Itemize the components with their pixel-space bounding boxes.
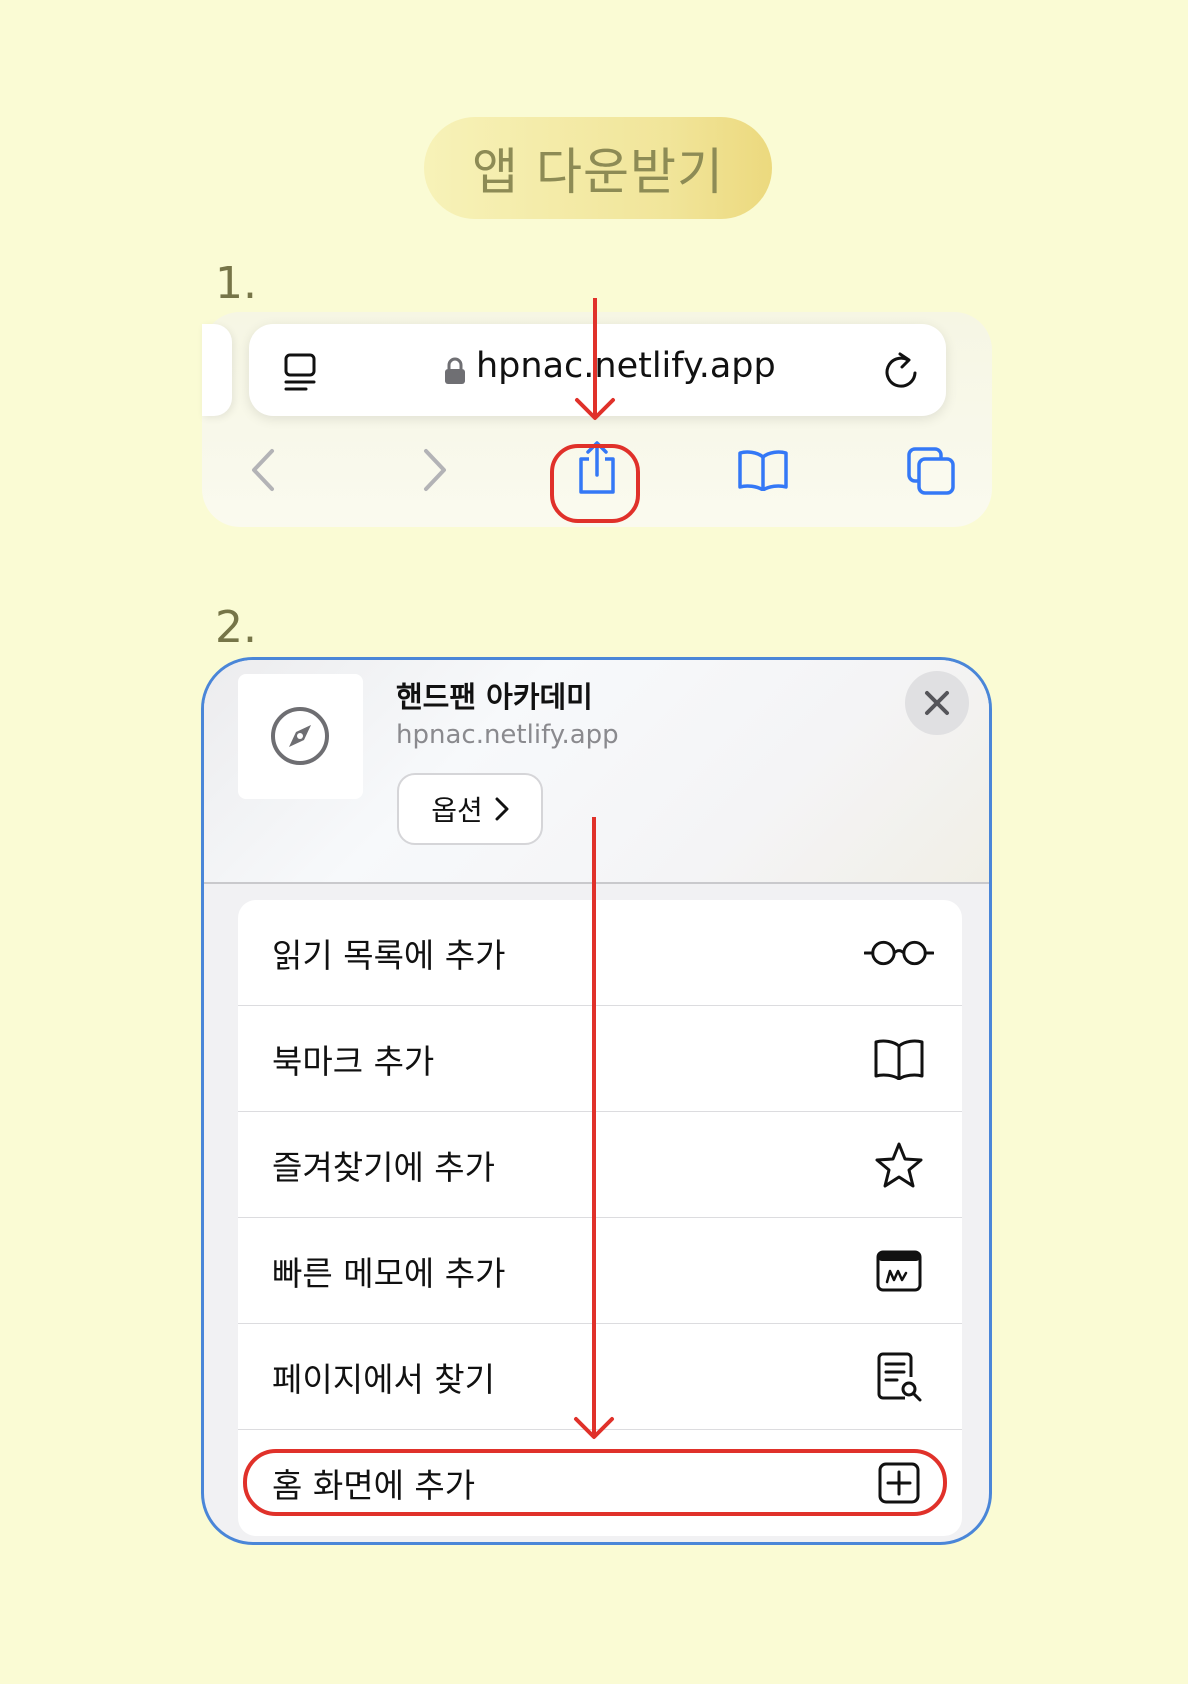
page-title: 앱 다운받기 (472, 143, 724, 201)
compass-icon (271, 707, 329, 765)
action-add-home-screen[interactable]: 홈 화면에 추가 (238, 1430, 962, 1536)
reader-mode-icon[interactable] (284, 353, 320, 397)
action-label: 빠른 메모에 추가 (272, 1253, 506, 1293)
lock-icon (444, 357, 466, 389)
app-url: hpnac.netlify.app (396, 720, 619, 750)
previous-tab-peek[interactable] (202, 324, 232, 416)
app-thumbnail (238, 674, 363, 799)
action-add-bookmark[interactable]: 북마크 추가 (238, 1006, 962, 1112)
star-icon (864, 1137, 934, 1193)
options-label: 옵션 (431, 794, 483, 827)
bookmarks-icon[interactable] (737, 449, 789, 495)
book-icon (864, 1031, 934, 1087)
url-text[interactable]: hpnac.netlify.app (476, 346, 776, 386)
close-button[interactable] (905, 671, 969, 735)
chevron-left-icon[interactable] (248, 448, 278, 496)
share-sheet: 핸드팬 아카데미 hpnac.netlify.app 옵션 읽기 목록에 추가 (201, 657, 992, 1545)
share-icon[interactable] (575, 440, 619, 500)
reload-icon[interactable] (882, 351, 920, 395)
action-label: 읽기 목록에 추가 (272, 935, 506, 975)
action-add-reading-list[interactable]: 읽기 목록에 추가 (238, 900, 962, 1006)
action-label: 북마크 추가 (272, 1041, 435, 1081)
find-in-page-icon (864, 1349, 934, 1405)
step-2-number: 2. (215, 602, 257, 653)
action-add-quick-note[interactable]: 빠른 메모에 추가 (238, 1218, 962, 1324)
glasses-icon (864, 925, 934, 981)
add-square-icon (864, 1455, 934, 1511)
action-list: 읽기 목록에 추가 북마크 추가 즐겨찾기에 추가 빠른 메모에 추가 페이지에… (238, 900, 962, 1536)
chevron-right-icon (495, 797, 509, 821)
app-name: 핸드팬 아카데미 (396, 680, 593, 714)
close-icon (925, 691, 949, 715)
action-label: 즐겨찾기에 추가 (272, 1147, 496, 1187)
options-button[interactable]: 옵션 (397, 773, 543, 845)
tabs-icon[interactable] (906, 446, 956, 500)
quick-note-icon (864, 1243, 934, 1299)
share-sheet-header: 핸드팬 아카데미 hpnac.netlify.app 옵션 (204, 660, 989, 884)
chevron-right-icon[interactable] (420, 448, 450, 496)
action-label: 홈 화면에 추가 (272, 1466, 476, 1505)
title-pill: 앱 다운받기 (424, 117, 772, 219)
action-label: 페이지에서 찾기 (272, 1359, 496, 1399)
action-find-in-page[interactable]: 페이지에서 찾기 (238, 1324, 962, 1430)
action-add-favorites[interactable]: 즐겨찾기에 추가 (238, 1112, 962, 1218)
step-1-number: 1. (215, 258, 257, 309)
